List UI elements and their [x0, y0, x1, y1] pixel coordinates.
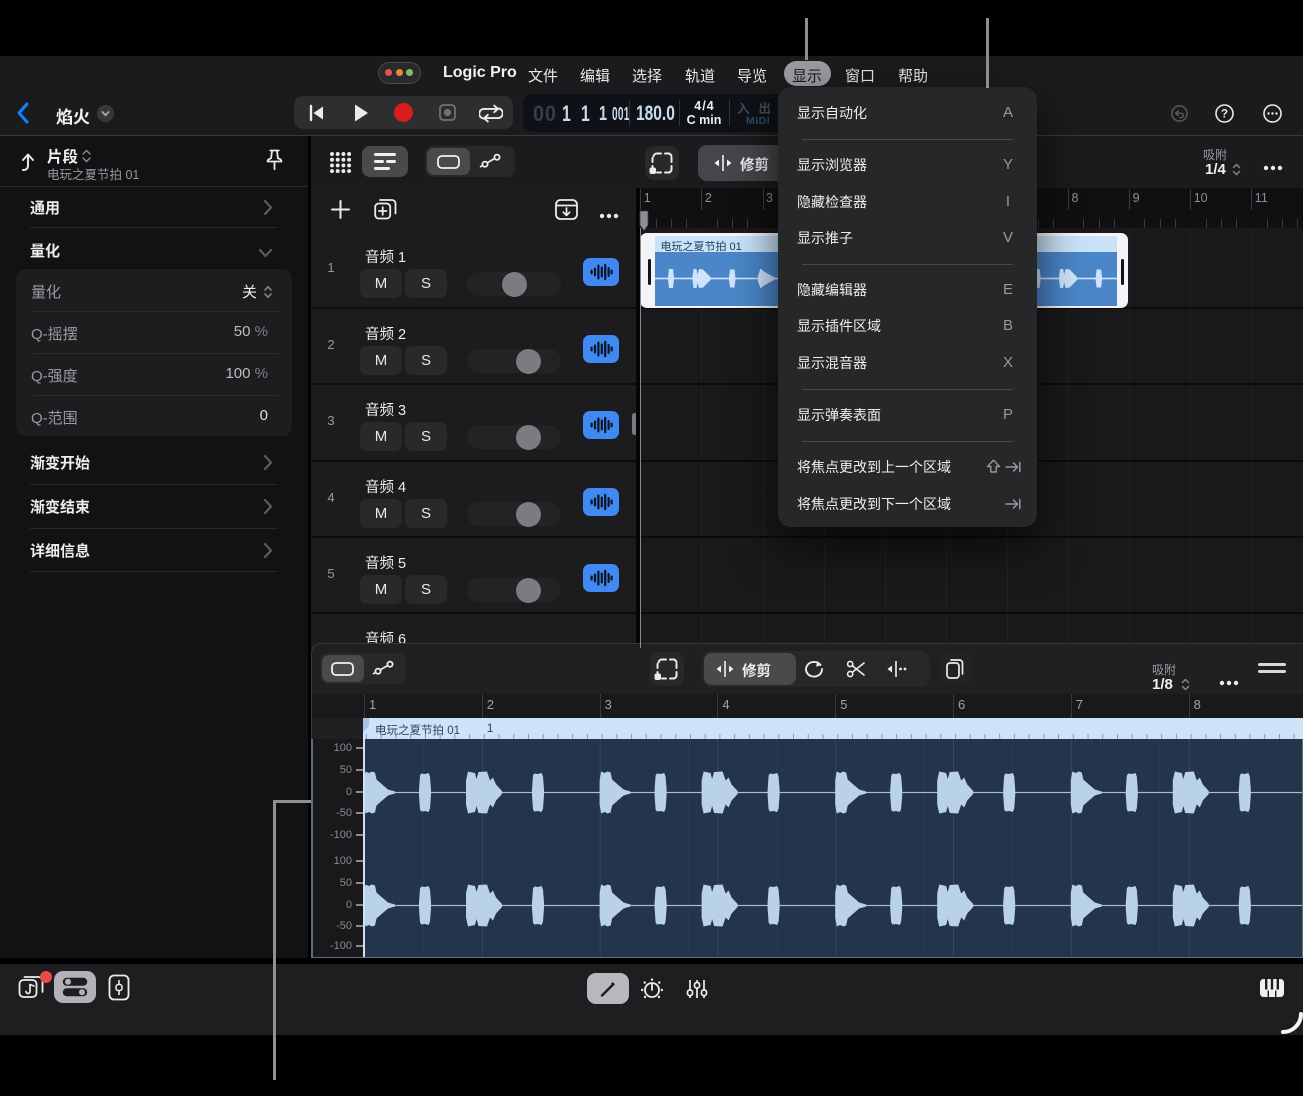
svg-text:?: ? [1221, 108, 1228, 120]
